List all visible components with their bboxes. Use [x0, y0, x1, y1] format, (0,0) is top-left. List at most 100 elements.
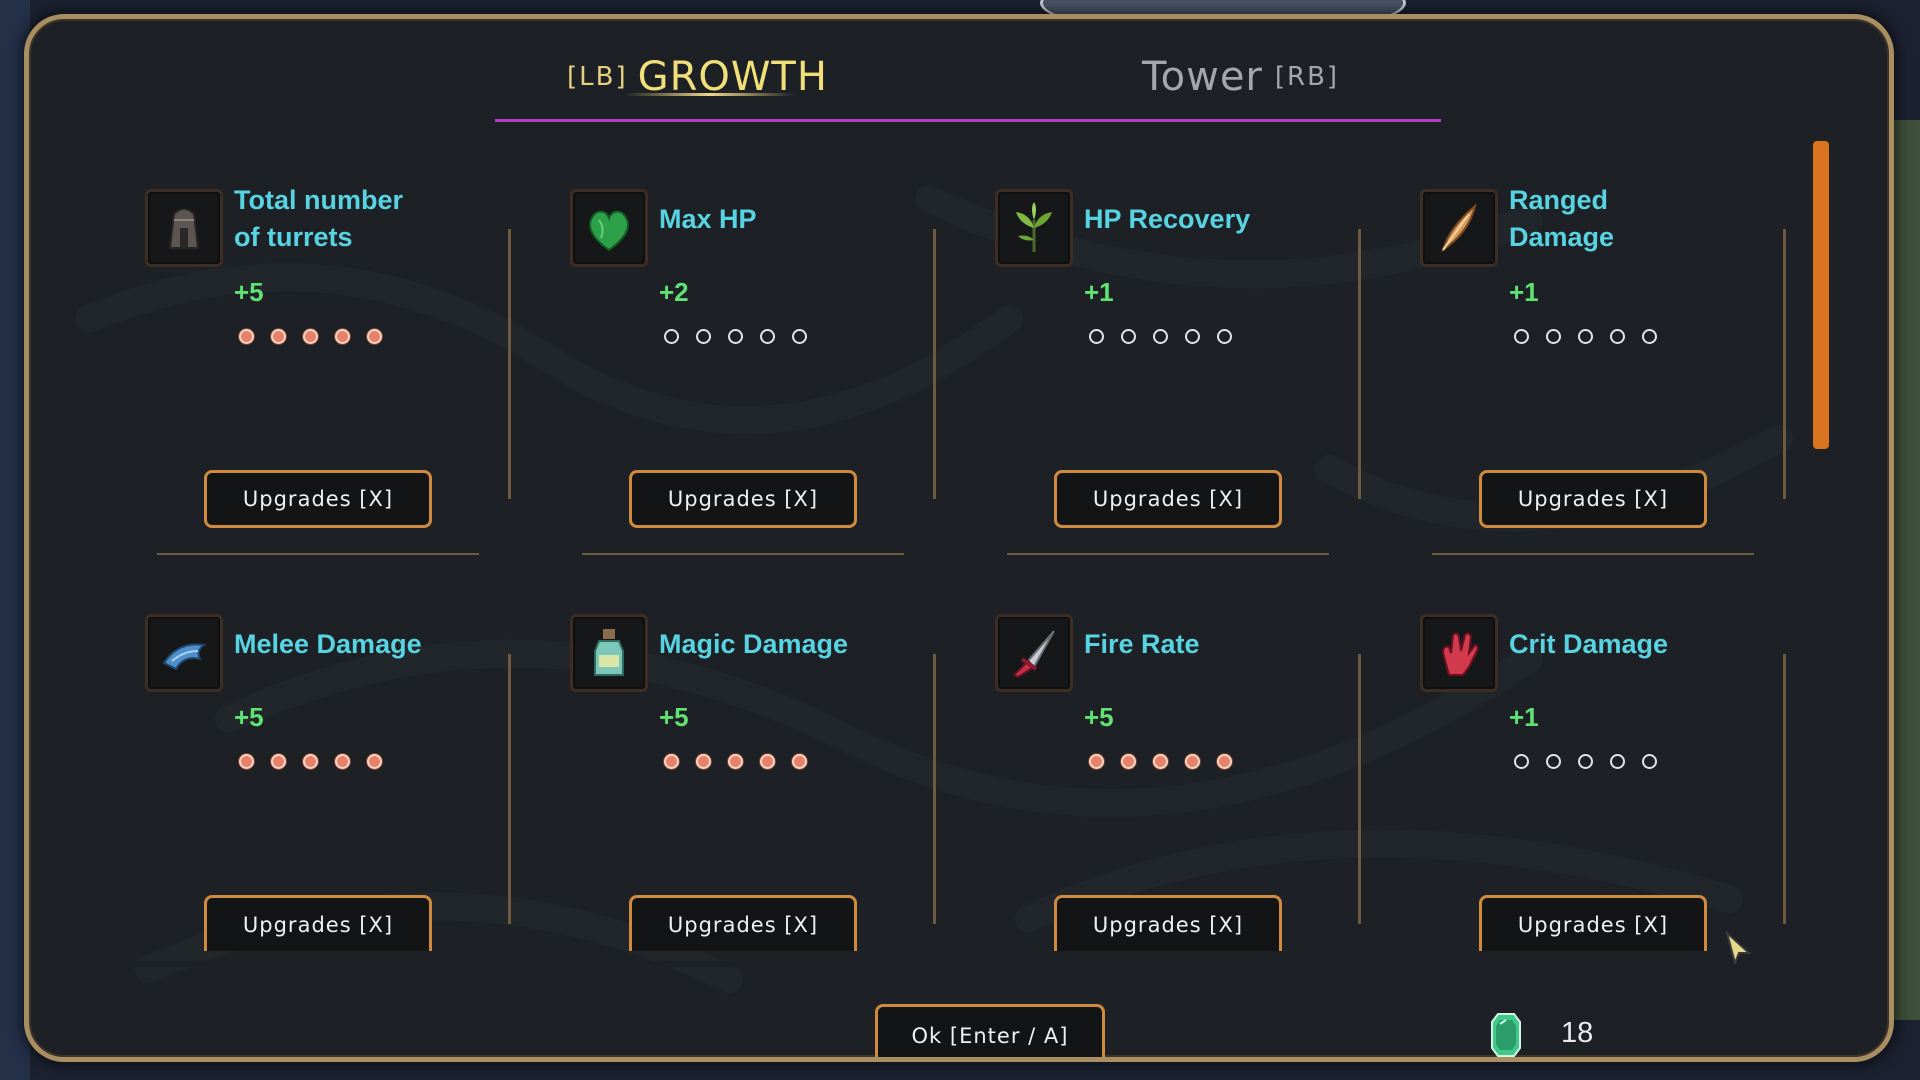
- upgrade-button[interactable]: Upgrades [X]: [204, 470, 432, 528]
- level-dot-empty: [1153, 329, 1168, 344]
- upgrade-card-max-hp: Max HP +2 Upgrades [X]: [570, 189, 994, 609]
- row-divider: [157, 553, 479, 555]
- potion-bottle-icon: [570, 614, 648, 692]
- column-divider: [1783, 229, 1786, 499]
- upgrade-button[interactable]: Upgrades [X]: [204, 895, 432, 951]
- level-dot-empty: [1514, 754, 1529, 769]
- row-divider: [1432, 553, 1754, 555]
- level-dots: [664, 754, 807, 769]
- upgrade-card-turrets: Total number of turrets +5 Upgrades [X]: [145, 185, 569, 609]
- level-dot-filled: [303, 329, 318, 344]
- upgrade-card-crit-damage: Crit Damage +1 Upgrades [X]: [1420, 614, 1844, 1034]
- level-dots: [664, 329, 807, 344]
- upgrade-title: Magic Damage: [659, 628, 849, 659]
- level-dot-empty: [664, 329, 679, 344]
- upgrade-button[interactable]: Upgrades [X]: [1054, 470, 1282, 528]
- column-divider: [1358, 229, 1361, 499]
- upgrade-bonus: +2: [659, 277, 689, 307]
- upgrade-button[interactable]: Upgrades [X]: [629, 895, 857, 951]
- level-dots: [1514, 329, 1657, 344]
- level-dot-filled: [1185, 754, 1200, 769]
- column-divider: [508, 229, 511, 499]
- row-divider: [1007, 553, 1329, 555]
- column-divider: [1358, 654, 1361, 924]
- level-dots: [239, 329, 382, 344]
- upgrade-bonus: +5: [659, 702, 689, 732]
- level-dot-filled: [367, 754, 382, 769]
- level-dot-filled: [271, 754, 286, 769]
- level-dot-empty: [1121, 329, 1136, 344]
- level-dots: [1089, 754, 1232, 769]
- level-dot-empty: [1514, 329, 1529, 344]
- level-dot-filled: [367, 329, 382, 344]
- level-dot-filled: [271, 329, 286, 344]
- upgrade-bonus: +5: [234, 277, 264, 307]
- mouse-cursor-icon: [1725, 931, 1752, 965]
- level-dot-empty: [1642, 754, 1657, 769]
- level-dot-filled: [335, 754, 350, 769]
- level-dot-empty: [1578, 754, 1593, 769]
- upgrade-button[interactable]: Upgrades [X]: [1054, 895, 1282, 951]
- upgrade-bonus: +1: [1509, 277, 1539, 307]
- column-divider: [933, 229, 936, 499]
- level-dot-filled: [1121, 754, 1136, 769]
- level-dot-filled: [664, 754, 679, 769]
- level-dot-filled: [1089, 754, 1104, 769]
- level-dot-empty: [1546, 329, 1561, 344]
- upgrade-bonus: +1: [1084, 277, 1114, 307]
- level-dot-empty: [792, 329, 807, 344]
- active-tab-glow: [625, 93, 795, 96]
- column-divider: [933, 654, 936, 924]
- level-dot-empty: [1546, 754, 1561, 769]
- ok-button[interactable]: Ok [Enter / A]: [875, 1004, 1105, 1057]
- level-dot-filled: [792, 754, 807, 769]
- level-dot-empty: [1578, 329, 1593, 344]
- upgrade-bonus: +1: [1509, 702, 1539, 732]
- level-dot-empty: [1610, 329, 1625, 344]
- upgrade-button[interactable]: Upgrades [X]: [629, 470, 857, 528]
- level-dot-empty: [1610, 754, 1625, 769]
- upgrade-title: Crit Damage: [1509, 628, 1669, 659]
- upgrade-button[interactable]: Upgrades [X]: [1479, 470, 1707, 528]
- feather-quill-icon: [1420, 189, 1498, 267]
- green-heart-icon: [570, 189, 648, 267]
- upgrade-bonus: +5: [1084, 702, 1114, 732]
- upgrade-card-melee-damage: Melee Damage +5 Upgrades [X]: [145, 614, 569, 1034]
- level-dot-filled: [239, 754, 254, 769]
- level-dot-empty: [1089, 329, 1104, 344]
- column-divider: [508, 654, 511, 924]
- level-dot-filled: [728, 754, 743, 769]
- level-dot-empty: [1642, 329, 1657, 344]
- level-dots: [1089, 329, 1232, 344]
- upgrade-card-magic-damage: Magic Damage +5 Upgrades [X]: [570, 614, 994, 1034]
- upgrade-title: Ranged Damage: [1509, 185, 1615, 252]
- level-dot-filled: [1153, 754, 1168, 769]
- currency-value: 18: [1561, 1017, 1594, 1049]
- tab-growth[interactable]: [LB] GROWTH: [567, 47, 838, 107]
- level-dot-filled: [760, 754, 775, 769]
- row-divider: [582, 553, 904, 555]
- upgrade-button[interactable]: Upgrades [X]: [1479, 895, 1707, 951]
- level-dot-filled: [1217, 754, 1232, 769]
- level-dot-empty: [760, 329, 775, 344]
- tab-tower[interactable]: Tower [RB]: [1142, 47, 1339, 107]
- tab-tower-label: Tower: [1142, 54, 1263, 100]
- red-dagger-icon: [995, 614, 1073, 692]
- red-glove-icon: [1420, 614, 1498, 692]
- level-dot-filled: [303, 754, 318, 769]
- upgrade-card-fire-rate: Fire Rate +5 Upgrades [X]: [995, 614, 1419, 1034]
- herb-sprout-icon: [995, 189, 1073, 267]
- upgrade-title: Fire Rate: [1084, 628, 1200, 659]
- turret-icon: [145, 189, 223, 267]
- tab-divider: [495, 119, 1441, 122]
- upgrade-title: Melee Damage: [234, 628, 422, 659]
- level-dot-filled: [696, 754, 711, 769]
- column-divider: [1783, 654, 1786, 924]
- upgrade-card-ranged-damage: Ranged Damage +1 Upgrades [X]: [1420, 185, 1844, 609]
- level-dot-empty: [1217, 329, 1232, 344]
- level-dot-filled: [335, 329, 350, 344]
- level-dot-empty: [1185, 329, 1200, 344]
- upgrade-bonus: +5: [234, 702, 264, 732]
- upgrade-card-hp-recovery: HP Recovery +1 Upgrades [X]: [995, 189, 1419, 609]
- level-dot-empty: [696, 329, 711, 344]
